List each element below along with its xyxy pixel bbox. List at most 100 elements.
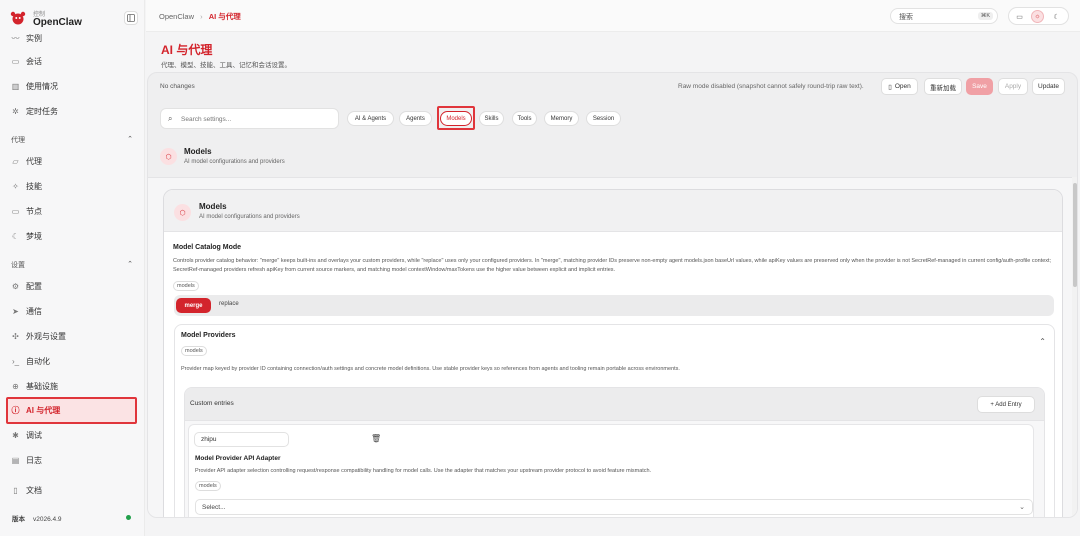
section-desc: AI model configurations and providers bbox=[184, 159, 285, 165]
scrollbar[interactable] bbox=[1072, 177, 1077, 517]
monitor-icon[interactable]: ▭ bbox=[1013, 10, 1026, 23]
entry-key-input[interactable] bbox=[194, 432, 289, 447]
breadcrumb-root[interactable]: OpenClaw bbox=[159, 12, 194, 21]
sidebar-item-config[interactable]: ⚙ 配置 bbox=[11, 278, 136, 294]
sidebar-item-usage[interactable]: ▥ 使用情况 bbox=[11, 78, 136, 94]
sidebar-item-label: 调试 bbox=[26, 430, 42, 440]
sidebar-item-dreams[interactable]: ☾ 梦境 bbox=[11, 228, 136, 244]
merge-option[interactable]: merge bbox=[176, 298, 211, 313]
replace-option[interactable]: replace bbox=[219, 301, 239, 307]
bug-icon: ✱ bbox=[12, 430, 19, 440]
catalog-mode-desc: Controls provider catalog behavior: "mer… bbox=[173, 258, 1052, 273]
chip-tools[interactable]: Tools bbox=[512, 111, 537, 126]
models-tag: models bbox=[195, 481, 221, 491]
brand-name: OpenClaw bbox=[33, 17, 82, 28]
sidebar-item-docs[interactable]: ▯ 文档 bbox=[11, 482, 136, 498]
sidebar-item-label: 通信 bbox=[26, 306, 42, 316]
open-button[interactable]: ▯ Open bbox=[881, 78, 918, 95]
chip-skills[interactable]: Skills bbox=[479, 111, 504, 126]
sidebar-item-sessions[interactable]: ▭ 会话 bbox=[11, 53, 136, 69]
card-desc: AI model configurations and providers bbox=[199, 214, 300, 220]
sidebar-item-label: 使用情况 bbox=[26, 81, 58, 91]
chip-agents[interactable]: Agents bbox=[399, 111, 432, 126]
save-button[interactable]: Save bbox=[966, 78, 993, 95]
sidebar-group-agents[interactable]: 代理 ⌃ bbox=[11, 135, 133, 145]
section-title: Models bbox=[184, 147, 212, 156]
breadcrumb-current: AI 与代理 bbox=[208, 12, 241, 21]
sidebar-item-communication[interactable]: ➤ 通信 bbox=[11, 303, 136, 319]
collapse-sidebar-button[interactable] bbox=[124, 11, 138, 25]
update-button[interactable]: Update bbox=[1032, 78, 1065, 95]
custom-entries-label: Custom entries bbox=[190, 400, 234, 407]
moon-icon: ☾ bbox=[11, 231, 20, 241]
chevron-up-icon[interactable]: ⌃ bbox=[1039, 337, 1046, 346]
sidebar-item-skills[interactable]: ✧ 技能 bbox=[11, 178, 136, 194]
ai-icon: ⓘ bbox=[11, 405, 20, 415]
apply-button[interactable]: Apply bbox=[998, 78, 1028, 95]
chip-memory[interactable]: Memory bbox=[544, 111, 579, 126]
global-search[interactable]: 搜索 ⌘K bbox=[890, 8, 998, 24]
sidebar-item-ai-agents[interactable]: ⓘ AI 与代理 bbox=[11, 402, 136, 418]
sidebar-item-label: 会话 bbox=[26, 56, 42, 66]
page-title: AI 与代理 bbox=[161, 43, 213, 57]
sidebar-item-label: 代理 bbox=[26, 156, 42, 166]
sidebar-item-nodes[interactable]: ▭ 节点 bbox=[11, 203, 136, 219]
change-status: No changes bbox=[160, 83, 195, 90]
sidebar-item-cron[interactable]: ✲ 定时任务 bbox=[11, 103, 136, 119]
chip-models-highlight bbox=[437, 106, 475, 130]
models-tag: models bbox=[173, 281, 199, 291]
sidebar-item-instances[interactable]: 〰 实例 bbox=[11, 30, 136, 46]
version-number: v2026.4.9 bbox=[33, 516, 62, 523]
sidebar-item-agents[interactable]: ▱ 代理 bbox=[11, 153, 136, 169]
sparkle-icon: ✲ bbox=[12, 106, 19, 116]
sidebar-group-label: 设置 bbox=[11, 262, 25, 269]
version-label: 版本 bbox=[12, 516, 25, 523]
breadcrumb-separator: › bbox=[200, 12, 203, 21]
sidebar-item-label: 文档 bbox=[26, 485, 42, 495]
sidebar-item-label: 配置 bbox=[26, 281, 42, 291]
sidebar-toggle-icon bbox=[127, 14, 135, 22]
settings-search: ⌕ bbox=[160, 108, 339, 129]
settings-search-input[interactable] bbox=[181, 112, 331, 126]
trash-icon[interactable]: 🗑 bbox=[371, 434, 381, 443]
sidebar-item-appearance[interactable]: ✣ 外观与设置 bbox=[11, 328, 136, 344]
pulse-icon: 〰 bbox=[11, 33, 20, 43]
providers-desc: Provider map keyed by provider ID contai… bbox=[181, 366, 680, 372]
palette-icon: ✣ bbox=[12, 331, 19, 341]
sidebar-item-logs[interactable]: ▤ 日志 bbox=[11, 452, 136, 468]
send-icon: ➤ bbox=[12, 306, 19, 316]
chip-ai-agents[interactable]: AI & Agents bbox=[347, 111, 394, 126]
raw-mode-notice: Raw mode disabled (snapshot cannot safel… bbox=[678, 83, 864, 90]
folder-icon: ▱ bbox=[12, 156, 19, 166]
moon-icon[interactable]: ☾ bbox=[1050, 10, 1063, 23]
topbar: OpenClaw › AI 与代理 搜索 ⌘K ▭ ☼ ☾ bbox=[146, 0, 1080, 32]
connection-status-dot bbox=[126, 515, 131, 520]
sidebar-item-debug[interactable]: ✱ 调试 bbox=[11, 427, 136, 443]
catalog-mode-segmented: merge replace bbox=[174, 295, 1054, 316]
globe-icon: ⊕ bbox=[12, 381, 19, 391]
sidebar-item-automation[interactable]: ›_ 自动化 bbox=[11, 353, 136, 369]
chip-session[interactable]: Session bbox=[586, 111, 621, 126]
gear-icon: ⚙ bbox=[11, 281, 20, 291]
theme-switcher: ▭ ☼ ☾ bbox=[1008, 7, 1069, 25]
adapter-select[interactable]: Select... ⌄ bbox=[195, 499, 1033, 515]
sidebar-item-label: 实例 bbox=[26, 33, 42, 43]
cube-icon: ⬡ bbox=[174, 204, 191, 221]
sidebar-item-infrastructure[interactable]: ⊕ 基础设施 bbox=[11, 378, 136, 394]
sidebar-item-label: 日志 bbox=[26, 455, 42, 465]
models-card-header: ⬡ Models AI model configurations and pro… bbox=[164, 190, 1062, 232]
scrollbar-thumb[interactable] bbox=[1073, 183, 1077, 287]
provider-entry: 🗑 Model Provider API Adapter Provider AP… bbox=[188, 424, 1034, 517]
add-entry-button[interactable]: + Add Entry bbox=[977, 396, 1035, 413]
sun-icon[interactable]: ☼ bbox=[1031, 10, 1044, 23]
reload-button[interactable]: 重新加载 bbox=[924, 78, 962, 95]
terminal-icon: ›_ bbox=[11, 356, 20, 366]
sidebar-group-settings[interactable]: 设置 ⌃ bbox=[11, 260, 133, 270]
adapter-label: Model Provider API Adapter bbox=[195, 455, 281, 462]
brand[interactable]: 控制 OpenClaw bbox=[8, 8, 138, 28]
sidebar-item-label: 节点 bbox=[26, 206, 42, 216]
adapter-desc: Provider API adapter selection controlli… bbox=[195, 468, 652, 474]
file-icon: ▯ bbox=[888, 83, 892, 91]
sidebar-item-label: 梦境 bbox=[26, 231, 42, 241]
sidebar-item-label: 自动化 bbox=[26, 356, 50, 366]
